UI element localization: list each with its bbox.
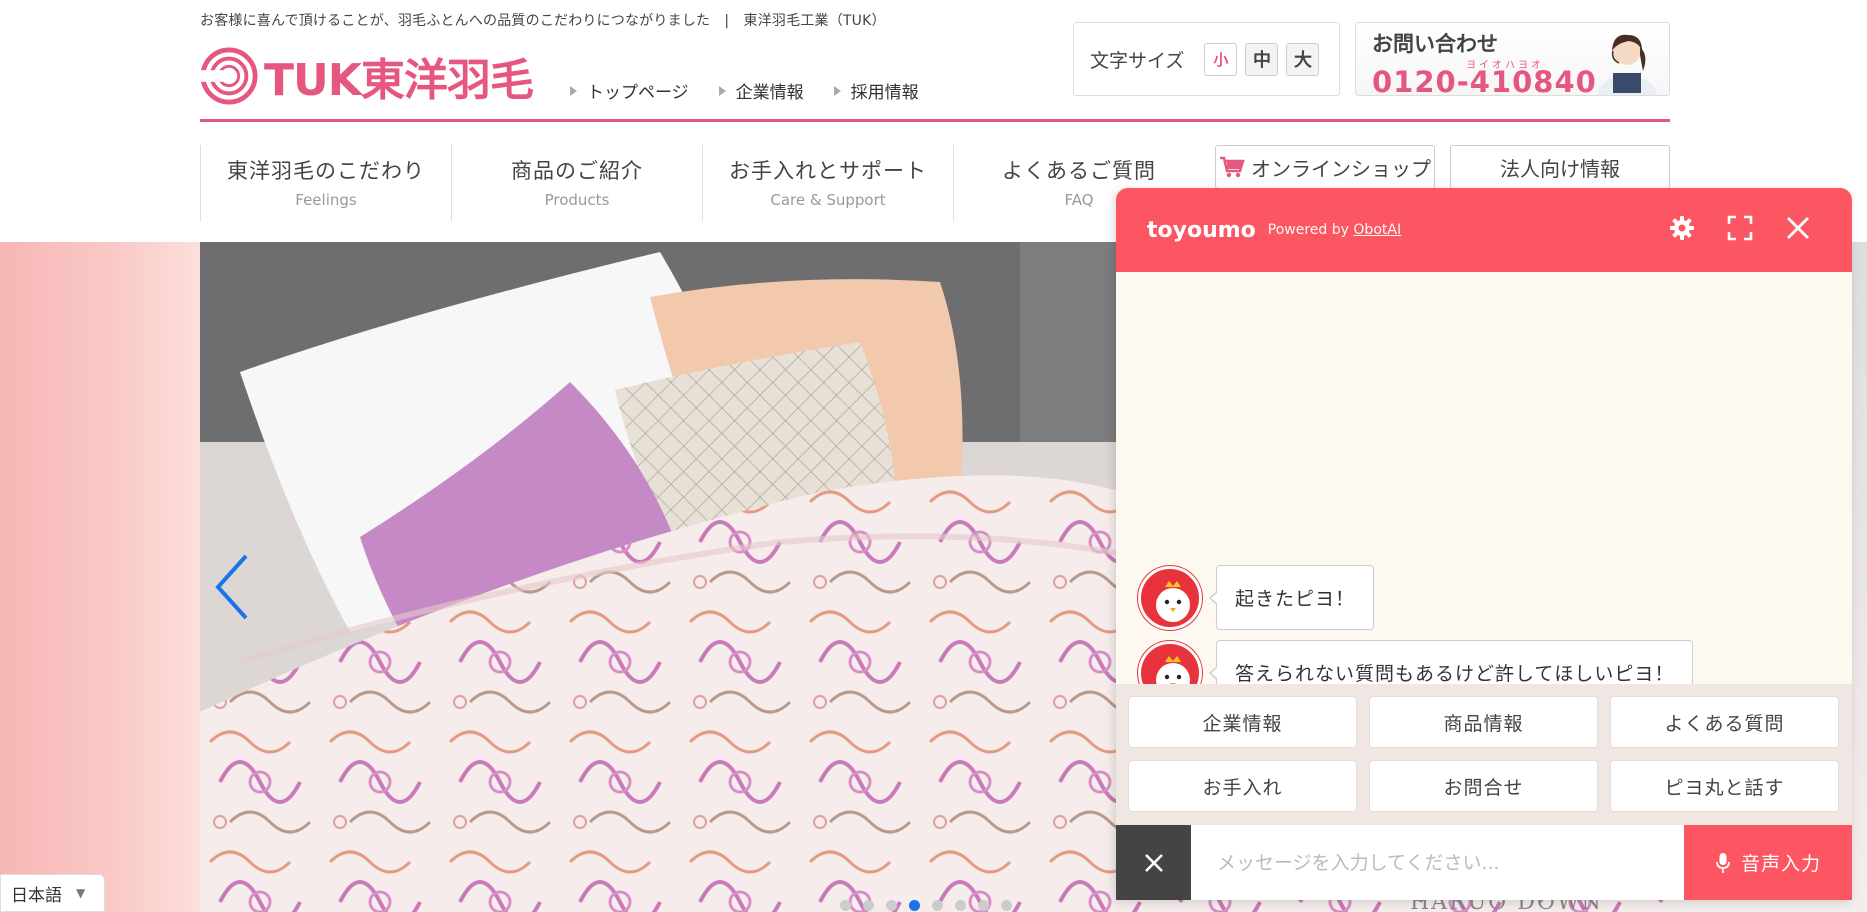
corporate-info-button[interactable]: 法人向け情報 <box>1450 145 1670 189</box>
cart-icon <box>1220 156 1245 178</box>
font-size-large-button[interactable]: 大 <box>1286 42 1320 76</box>
carousel-prev-icon[interactable] <box>212 552 250 622</box>
fullscreen-icon[interactable] <box>1726 214 1754 242</box>
language-selector[interactable]: 日本語 ▼ <box>0 874 105 912</box>
contact-title: お問い合わせ <box>1372 32 1498 56</box>
nav-item-sublabel: Products <box>544 191 610 209</box>
voice-input-button[interactable]: 音声入力 <box>1684 825 1852 900</box>
quick-replies: 企業情報 商品情報 よくある質問 お手入れ お問合せ ピヨ丸と話す <box>1116 684 1852 836</box>
caret-down-icon: ▼ <box>76 886 86 900</box>
font-size-label: 文字サイズ <box>1090 49 1185 72</box>
site-logo[interactable]: TUK東洋羽毛 <box>200 44 534 108</box>
quick-reply-company-info[interactable]: 企業情報 <box>1128 696 1357 748</box>
font-size-small-button[interactable]: 小 <box>1204 42 1238 76</box>
carousel-dot[interactable] <box>932 900 943 911</box>
chat-message-input[interactable] <box>1191 825 1684 900</box>
chat-widget: toyoumo Powered by ObotAI 起きたピヨ！ 答えられない質… <box>1116 188 1852 900</box>
carousel-dot[interactable] <box>978 900 989 911</box>
online-shop-button[interactable]: オンラインショップ <box>1215 145 1435 189</box>
chat-powered-by: Powered by ObotAI <box>1268 222 1401 238</box>
chat-input-bar: 音声入力 <box>1116 825 1852 900</box>
close-icon <box>1144 853 1163 872</box>
operator-image <box>1597 34 1657 95</box>
nav-item-sublabel: Feelings <box>295 191 357 209</box>
link-label: 企業情報 <box>735 83 804 103</box>
arrow-right-icon <box>718 85 726 96</box>
nav-item-label: お手入れとサポート <box>729 159 927 183</box>
chat-header: toyoumo Powered by ObotAI <box>1116 188 1852 272</box>
contact-banner[interactable]: お問い合わせ ヨイオハヨオ 0120-410840 <box>1355 22 1670 96</box>
carousel-dot[interactable] <box>863 900 874 911</box>
chat-messages: 起きたピヨ！ 答えられない質問もあるけど許してほしいピヨ！ <box>1116 272 1852 705</box>
site-tagline: お客様に喜んで頂けることが、羽毛ふとんへの品質のこだわりにつながりました | 東… <box>200 13 886 29</box>
language-selected: 日本語 <box>11 885 62 906</box>
arrow-right-icon <box>833 85 841 96</box>
powered-link[interactable]: ObotAI <box>1353 222 1401 238</box>
quick-reply-talk-piyomaru[interactable]: ピヨ丸と話す <box>1610 760 1839 812</box>
chat-brand: toyoumo <box>1147 217 1256 243</box>
link-top-page[interactable]: トップページ <box>570 78 689 103</box>
bot-message-bubble: 起きたピヨ！ <box>1208 565 1375 630</box>
quick-reply-faq[interactable]: よくある質問 <box>1610 696 1839 748</box>
carousel-dot[interactable] <box>909 900 920 911</box>
link-label: トップページ <box>587 83 689 103</box>
font-size-selector: 文字サイズ 小 中 大 <box>1073 22 1340 96</box>
bot-avatar <box>1138 565 1202 630</box>
top-links: トップページ 企業情報 採用情報 <box>570 78 919 103</box>
chick-mascot-icon <box>1156 580 1190 622</box>
nav-item-label: 商品のご紹介 <box>511 159 643 183</box>
link-label: 採用情報 <box>850 83 919 103</box>
nav-item-label: よくあるご質問 <box>1002 159 1156 183</box>
carousel-dot[interactable] <box>840 900 851 911</box>
link-company-info[interactable]: 企業情報 <box>718 78 804 103</box>
logo-text: TUK東洋羽毛 <box>264 55 534 106</box>
arrow-right-icon <box>570 85 577 96</box>
close-icon[interactable] <box>1784 214 1812 242</box>
carousel-dot[interactable] <box>886 900 897 911</box>
carousel-dot[interactable] <box>955 900 966 911</box>
header-divider <box>200 119 1670 122</box>
voice-input-label: 音声入力 <box>1740 853 1821 875</box>
font-size-medium-button[interactable]: 中 <box>1245 42 1279 76</box>
microphone-icon <box>1716 852 1730 873</box>
quick-reply-product-info[interactable]: 商品情報 <box>1369 696 1598 748</box>
chat-clear-button[interactable] <box>1116 825 1191 900</box>
quick-reply-care[interactable]: お手入れ <box>1128 760 1357 812</box>
nav-item-products[interactable]: 商品のご紹介 Products <box>451 145 702 221</box>
contact-phone: 0120-410840 <box>1372 65 1597 96</box>
link-recruit[interactable]: 採用情報 <box>833 78 919 103</box>
nav-item-sublabel: Care & Support <box>770 191 886 209</box>
nav-item-care-support[interactable]: お手入れとサポート Care & Support <box>702 145 953 221</box>
gear-icon[interactable] <box>1668 214 1696 242</box>
carousel-dots <box>840 900 1012 911</box>
nav-item-feelings[interactable]: 東洋羽毛のこだわり Feelings <box>200 145 451 221</box>
carousel-dot[interactable] <box>1001 900 1012 911</box>
corporate-info-label: 法人向け情報 <box>1500 156 1620 181</box>
chat-header-actions <box>1668 214 1812 242</box>
quick-reply-inquiry[interactable]: お問合せ <box>1369 760 1598 812</box>
logo-mark-icon <box>200 47 258 105</box>
powered-prefix: Powered by <box>1267 222 1349 238</box>
nav-item-label: 東洋羽毛のこだわり <box>227 159 425 183</box>
online-shop-label: オンラインショップ <box>1251 156 1431 181</box>
chat-message: 起きたピヨ！ <box>1138 565 1375 630</box>
